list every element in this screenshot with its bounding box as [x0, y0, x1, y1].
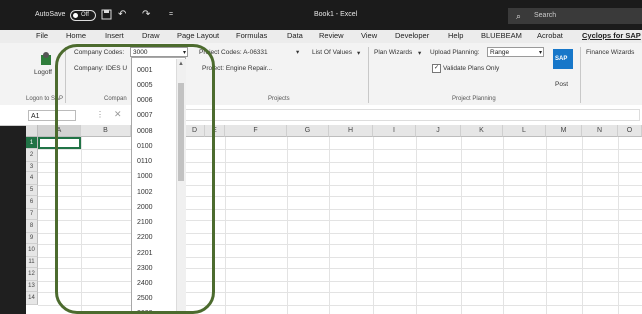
- document-title: Book1 - Excel: [314, 11, 358, 18]
- tab-data[interactable]: Data: [287, 31, 303, 40]
- range-value: Range: [490, 49, 510, 56]
- projects-group-label: Projects: [268, 96, 290, 102]
- tab-home[interactable]: Home: [66, 31, 86, 40]
- tab-file[interactable]: File: [36, 31, 48, 40]
- group-divider: [368, 47, 369, 103]
- tab-page-layout[interactable]: Page Layout: [177, 31, 219, 40]
- row-header[interactable]: 2: [26, 149, 38, 162]
- undo-icon[interactable]: ↶: [118, 9, 126, 20]
- row-header[interactable]: 13: [26, 281, 38, 292]
- row-header[interactable]: 6: [26, 196, 38, 209]
- grid-line: [373, 137, 374, 314]
- grid-line: [225, 137, 226, 314]
- autosave-label: AutoSave: [35, 11, 66, 18]
- row-header[interactable]: 10: [26, 244, 38, 257]
- ribbon-tabs: File Home Insert Draw Page Layout Formul…: [0, 30, 642, 43]
- chevron-down-icon[interactable]: ▾: [539, 48, 542, 58]
- finance-wizards-button[interactable]: Finance Wizards: [586, 49, 634, 56]
- project-codes-dropdown-icon[interactable]: ▾: [296, 48, 299, 56]
- upload-planning-combo[interactable]: Range ▾: [487, 47, 544, 57]
- select-all-corner[interactable]: [26, 125, 38, 137]
- tab-draw[interactable]: Draw: [142, 31, 160, 40]
- search-placeholder: Search: [534, 12, 557, 19]
- logoff-icon: [41, 52, 51, 65]
- redo-icon[interactable]: ↷: [142, 9, 150, 20]
- column-header[interactable]: F: [225, 125, 287, 137]
- row-header[interactable]: 5: [26, 185, 38, 196]
- row-header[interactable]: 7: [26, 209, 38, 220]
- quick-access-customize-icon[interactable]: =: [169, 11, 173, 18]
- tab-review[interactable]: Review: [319, 31, 344, 40]
- grid-line: [416, 137, 417, 314]
- grid-line: [503, 137, 504, 314]
- plan-wizards-chevron-icon[interactable]: ▾: [418, 49, 421, 57]
- sap-logo-text: SAP: [555, 56, 568, 62]
- post-button[interactable]: Post: [555, 81, 568, 88]
- list-of-values-chevron-icon[interactable]: ▾: [357, 49, 360, 57]
- tab-developer[interactable]: Developer: [395, 31, 429, 40]
- autosave-toggle[interactable]: Off: [70, 10, 96, 21]
- row-header[interactable]: 3: [26, 162, 38, 172]
- search-box[interactable]: ⌕ Search: [508, 8, 642, 24]
- column-header[interactable]: L: [503, 125, 546, 137]
- tab-acrobat[interactable]: Acrobat: [537, 31, 563, 40]
- column-header[interactable]: K: [461, 125, 503, 137]
- validate-plans-checkbox[interactable]: ✓: [432, 64, 441, 73]
- upload-planning-label: Upload Planning:: [430, 49, 480, 56]
- row-header[interactable]: 4: [26, 172, 38, 185]
- grid-line: [618, 137, 619, 314]
- tab-formulas[interactable]: Formulas: [236, 31, 267, 40]
- search-icon: ⌕: [516, 11, 522, 21]
- row-header[interactable]: 1: [26, 137, 38, 149]
- tab-insert[interactable]: Insert: [105, 31, 124, 40]
- grid-line: [546, 137, 547, 314]
- post-icon: SAP: [553, 49, 573, 69]
- row-header[interactable]: 14: [26, 292, 38, 305]
- validate-plans-label: Validate Plans Only: [443, 65, 500, 72]
- grid-line: [582, 137, 583, 314]
- tab-view[interactable]: View: [361, 31, 377, 40]
- list-of-values-button[interactable]: List Of Values: [312, 49, 352, 56]
- grid-line: [287, 137, 288, 314]
- project-planning-group-label: Project Planning: [452, 96, 496, 102]
- save-icon[interactable]: [101, 9, 112, 20]
- grid-line: [461, 137, 462, 314]
- row-header[interactable]: 11: [26, 257, 38, 268]
- tab-help[interactable]: Help: [448, 31, 463, 40]
- name-box-value: A1: [31, 113, 40, 120]
- tab-cyclops-for-sap[interactable]: Cyclops for SAP: [582, 31, 641, 40]
- logoff-button[interactable]: Logoff: [34, 69, 52, 76]
- column-header[interactable]: I: [373, 125, 416, 137]
- row-header[interactable]: 12: [26, 268, 38, 281]
- highlight-outline: [55, 44, 215, 314]
- tab-bluebeam[interactable]: BLUEBEAM: [481, 31, 522, 40]
- title-bar: AutoSave Off ↶ ↷ = Book1 - Excel ⌕ Searc…: [0, 0, 642, 30]
- column-header[interactable]: N: [582, 125, 618, 137]
- column-header[interactable]: G: [287, 125, 329, 137]
- row-header[interactable]: 8: [26, 220, 38, 233]
- row-header[interactable]: 9: [26, 233, 38, 244]
- column-header[interactable]: J: [416, 125, 461, 137]
- plan-wizards-button[interactable]: Plan Wizards: [374, 49, 412, 56]
- grid-line: [329, 137, 330, 314]
- group-divider: [580, 47, 581, 103]
- autosave-state: Off: [81, 12, 89, 18]
- column-header[interactable]: H: [329, 125, 373, 137]
- column-header[interactable]: M: [546, 125, 582, 137]
- column-header[interactable]: O: [618, 125, 642, 137]
